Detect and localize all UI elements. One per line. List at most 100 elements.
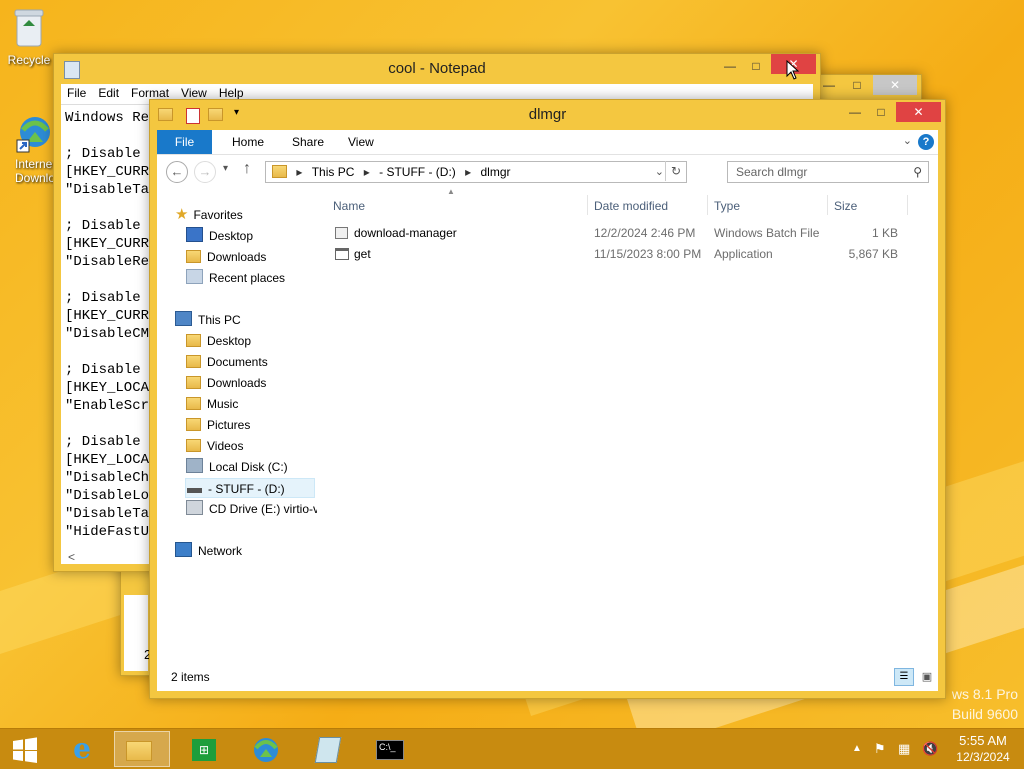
pictures-folder-icon (186, 418, 201, 431)
nav-fav-recent[interactable]: Recent places (186, 268, 285, 288)
back-button[interactable]: ← (166, 161, 188, 183)
address-bar[interactable]: ▸ This PC ▸ - STUFF - (D:) ▸ dlmgr ⌄ ↻ (265, 161, 687, 183)
desktop-folder-icon (186, 334, 201, 347)
search-icon[interactable]: ⚲ (913, 162, 922, 182)
nav-pc-stuff-drive[interactable]: - STUFF - (D:) (185, 478, 315, 498)
column-header-size[interactable]: Size (834, 197, 857, 215)
nav-pc-desktop[interactable]: Desktop (186, 331, 251, 351)
search-input[interactable]: Search dlmgr ⚲ (727, 161, 929, 183)
desktop-icon (186, 227, 203, 242)
recent-places-icon (186, 269, 203, 284)
window-title: dlmgr (528, 106, 567, 123)
notepad-icon (314, 736, 342, 763)
clock-time: 5:55 AM (959, 733, 1007, 748)
file-row[interactable]: get 11/15/2023 8:00 PM Application 5,867… (327, 244, 938, 265)
clock-date: 12/3/2024 (956, 750, 1010, 764)
up-button[interactable]: ↑ (243, 160, 251, 178)
column-header-date[interactable]: Date modified (594, 197, 668, 215)
network-icon (175, 542, 192, 557)
chevron-down-icon[interactable]: ⌄ (903, 134, 912, 147)
nav-pc-pictures[interactable]: Pictures (186, 415, 250, 435)
breadcrumb-drive[interactable]: - STUFF - (D:) (379, 165, 456, 179)
menu-edit[interactable]: Edit (92, 84, 125, 102)
help-icon[interactable]: ? (918, 134, 934, 150)
status-bar: 2 items ☰ ▣ (157, 664, 938, 691)
main-area: ★ Favorites Desktop Downloads Recent plac… (157, 187, 938, 664)
taskbar-file-explorer[interactable] (114, 731, 170, 767)
drive-icon (187, 488, 202, 493)
taskbar-idm[interactable] (238, 731, 294, 767)
taskbar-notepad[interactable] (300, 731, 356, 767)
folder-icon (272, 165, 287, 178)
internet-explorer-icon: e (73, 732, 91, 765)
nav-fav-downloads[interactable]: Downloads (186, 247, 266, 267)
file-size: 5,867 KB (848, 247, 898, 261)
file-list: ▲ Name Date modified Type Size download-… (327, 187, 938, 664)
volume-muted-icon[interactable]: 🔇 (922, 729, 938, 769)
batch-file-icon (335, 227, 348, 239)
tab-home[interactable]: Home (219, 130, 277, 154)
clock[interactable]: 5:55 AM 12/3/2024 (948, 729, 1018, 773)
nav-pc-local-disk[interactable]: Local Disk (C:) (186, 457, 288, 477)
nav-network[interactable]: Network (175, 541, 242, 561)
minimize-button[interactable]: — (716, 56, 744, 76)
column-header-type[interactable]: Type (714, 197, 740, 215)
network-tray-icon[interactable]: ▦ (898, 729, 910, 769)
taskbar-store[interactable]: ⊞ (176, 731, 232, 767)
file-explorer-icon (126, 740, 152, 761)
nav-pc-cd-drive[interactable]: CD Drive (E:) virtio-v (186, 499, 317, 519)
taskbar-internet-explorer[interactable]: e (54, 731, 110, 767)
close-button[interactable]: ✕ (896, 102, 941, 122)
minimize-button[interactable]: — (841, 102, 869, 122)
maximize-button[interactable]: □ (742, 56, 770, 76)
star-icon: ★ (175, 206, 189, 223)
tab-view[interactable]: View (335, 130, 387, 154)
downloads-folder-icon (186, 250, 201, 263)
nav-pc-music[interactable]: Music (186, 394, 238, 414)
file-row[interactable]: download-manager 12/2/2024 2:46 PM Windo… (327, 223, 938, 244)
start-button[interactable] (0, 731, 50, 767)
documents-folder-icon (186, 355, 201, 368)
maximize-button[interactable]: □ (867, 102, 895, 122)
nav-pc-downloads[interactable]: Downloads (186, 373, 266, 393)
file-type: Windows Batch File (714, 226, 820, 240)
address-dropdown-icon[interactable]: ⌄ (655, 162, 664, 182)
file-type: Application (714, 247, 773, 261)
breadcrumb-this-pc[interactable]: This PC (312, 165, 355, 179)
recycle-bin-icon[interactable]: Recycle (0, 6, 61, 67)
forward-button[interactable]: → (194, 161, 216, 183)
explorer-window[interactable]: ▾ dlmgr — □ ✕ File Home Share View ⌄ ? ←… (149, 99, 946, 699)
details-view-button[interactable]: ☰ (894, 668, 914, 686)
column-header-name[interactable]: Name (333, 197, 365, 215)
nav-pc-documents[interactable]: Documents (186, 352, 268, 372)
ribbon: File Home Share View ⌄ ? (157, 130, 938, 155)
file-date: 11/15/2023 8:00 PM (594, 247, 702, 261)
breadcrumb-folder[interactable]: dlmgr (481, 165, 511, 179)
file-name: download-manager (354, 226, 457, 240)
menu-file[interactable]: File (61, 84, 92, 102)
recycle-bin-label: Recycle (7, 53, 51, 67)
file-date: 12/2/2024 2:46 PM (594, 226, 696, 240)
nav-fav-desktop[interactable]: Desktop (186, 226, 253, 246)
show-hidden-icons[interactable]: ▲ (852, 729, 862, 769)
application-icon (335, 248, 349, 260)
videos-folder-icon (186, 439, 201, 452)
sort-indicator-icon: ▲ (447, 187, 455, 196)
taskbar-command-prompt[interactable]: C:\_ (362, 731, 418, 767)
window-title: cool - Notepad (388, 60, 486, 77)
scroll-left-arrow[interactable]: < (68, 550, 75, 564)
recent-locations-chevron-icon[interactable]: ▾ (223, 163, 228, 174)
idm-desktop-label: Interne Downlo (15, 157, 56, 185)
idm-icon (254, 737, 278, 762)
action-center-flag-icon[interactable]: ⚑ (874, 729, 886, 769)
nav-pc-videos[interactable]: Videos (186, 436, 243, 456)
large-icons-view-button[interactable]: ▣ (918, 668, 936, 686)
close-button[interactable]: ✕ (873, 75, 917, 95)
tab-file[interactable]: File (157, 130, 212, 154)
windows-watermark: ws 8.1 Pro Build 9600 (951, 686, 1018, 722)
refresh-icon[interactable]: ↻ (665, 161, 686, 181)
maximize-button[interactable]: □ (843, 75, 871, 95)
tab-share[interactable]: Share (279, 130, 337, 154)
nav-this-pc[interactable]: This PC (175, 310, 241, 330)
nav-favorites[interactable]: ★ Favorites (175, 205, 243, 225)
